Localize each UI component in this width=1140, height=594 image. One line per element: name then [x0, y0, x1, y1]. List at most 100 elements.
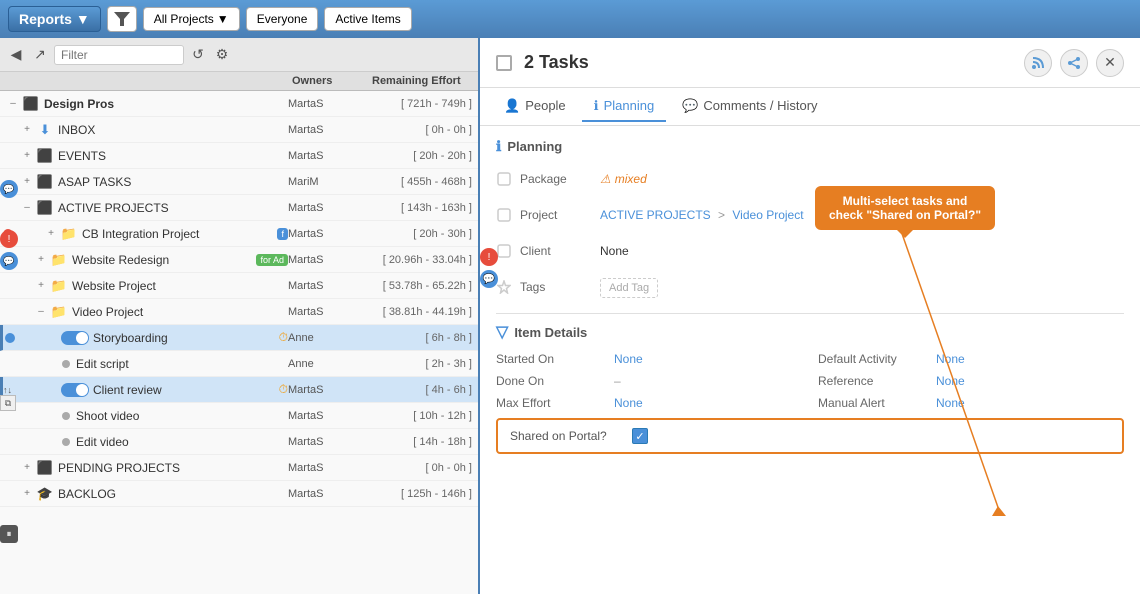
- done-on-value[interactable]: –: [614, 374, 621, 388]
- label-edit-video: Edit video: [76, 435, 288, 449]
- rss-button[interactable]: [1024, 49, 1052, 77]
- client-checkbox[interactable]: [496, 243, 512, 259]
- tree-row-edit-script[interactable]: Edit script Anne [ 2h - 3h ]: [0, 351, 478, 377]
- max-effort-value[interactable]: None: [614, 396, 643, 410]
- side-blue-dot: 💬: [0, 180, 18, 198]
- tree-row-backlog[interactable]: + 🎓 BACKLOG MartaS [ 125h - 146h ]: [0, 481, 478, 507]
- effort-active: [ 143h - 163h ]: [368, 202, 478, 214]
- tree-row-cb-integration[interactable]: + 📁 CB Integration Project f MartaS [ 20…: [0, 221, 478, 247]
- label-video: Video Project: [72, 305, 288, 319]
- tree-row-pending[interactable]: + ⬛ PENDING PROJECTS MartaS [ 0h - 0h ]: [0, 455, 478, 481]
- effort-backlog: [ 125h - 146h ]: [368, 488, 478, 500]
- shared-on-portal-row: Shared on Portal? ✓: [496, 418, 1124, 454]
- reports-label: Reports: [19, 11, 72, 27]
- left-panel: ◀ ↗ ↺ ⚙ Owners Remaining Effort – ⬛ Desi…: [0, 38, 480, 594]
- tree-row-events[interactable]: + ⬛ EVENTS MartaS [ 20h - 20h ]: [0, 143, 478, 169]
- expand-asap[interactable]: +: [20, 175, 34, 189]
- storyboarding-toggle[interactable]: [61, 331, 89, 345]
- share-button[interactable]: [1060, 49, 1088, 77]
- expand-website[interactable]: +: [34, 279, 48, 293]
- tree-row-shoot-video[interactable]: Shoot video MartaS [ 10h - 12h ]: [0, 403, 478, 429]
- tree-row-inbox[interactable]: + ⬇ INBOX MartaS [ 0h - 0h ]: [0, 117, 478, 143]
- started-on-value[interactable]: None: [614, 352, 643, 366]
- all-projects-button[interactable]: All Projects ▼: [143, 7, 240, 31]
- item-details-icon: ▽: [496, 322, 508, 342]
- redesign-folder-icon: 📁: [50, 251, 68, 269]
- expand-cb[interactable]: +: [44, 227, 58, 241]
- tags-value[interactable]: Add Tag: [600, 280, 1124, 294]
- collapse-icon[interactable]: ◀: [6, 45, 26, 65]
- side-pause-dot: ⏸: [0, 525, 18, 543]
- expand-pending[interactable]: +: [20, 461, 34, 475]
- default-activity-value[interactable]: None: [936, 352, 965, 366]
- expand-video[interactable]: –: [34, 305, 48, 319]
- expand-inbox[interactable]: +: [20, 123, 34, 137]
- task-count: 2 Tasks: [524, 52, 589, 73]
- events-icon: ⬛: [36, 147, 54, 165]
- website-folder-icon: 📁: [50, 277, 68, 295]
- tree-row-website-redesign[interactable]: + 📁 Website Redesign for Ad MartaS [ 20.…: [0, 247, 478, 273]
- label-cb: CB Integration Project: [82, 227, 273, 241]
- everyone-label: Everyone: [257, 12, 308, 26]
- owners-edit-video: MartaS: [288, 436, 368, 448]
- filter-icon-button[interactable]: [107, 6, 137, 32]
- star-icon: [497, 280, 511, 294]
- active-items-button[interactable]: Active Items: [324, 7, 411, 31]
- manual-alert-value[interactable]: None: [936, 396, 965, 410]
- tab-people[interactable]: 👤 People: [492, 92, 578, 122]
- owners-cb: MartaS: [288, 228, 368, 240]
- effort-client-review: [ 4h - 6h ]: [368, 384, 478, 396]
- project-checkbox[interactable]: [496, 207, 512, 223]
- right-panel-header: 2 Tasks: [480, 38, 1140, 88]
- client-review-toggle[interactable]: [61, 383, 89, 397]
- reports-button[interactable]: Reports ▼: [8, 6, 101, 32]
- close-button[interactable]: ✕: [1096, 49, 1124, 77]
- tab-comments[interactable]: 💬 Comments / History: [670, 92, 829, 122]
- everyone-button[interactable]: Everyone: [246, 7, 319, 31]
- tree-row-active-projects[interactable]: – ⬛ ACTIVE PROJECTS MartaS [ 143h - 163h…: [0, 195, 478, 221]
- dot-icon-edit-video: [62, 438, 70, 446]
- tree-row-design-pros[interactable]: – ⬛ Design Pros MartaS [ 721h - 749h ]: [0, 91, 478, 117]
- reference-value[interactable]: None: [936, 374, 965, 388]
- blue-notif: 💬: [480, 270, 498, 288]
- filter-input[interactable]: [54, 45, 184, 65]
- field-tags: Tags Add Tag: [496, 273, 1124, 301]
- expand-redesign[interactable]: +: [34, 253, 48, 267]
- effort-edit-script: [ 2h - 3h ]: [368, 358, 478, 370]
- tags-checkbox[interactable]: [496, 279, 512, 295]
- comments-tab-icon: 💬: [682, 98, 698, 114]
- refresh-icon[interactable]: ↺: [188, 45, 208, 65]
- expand-events[interactable]: +: [20, 149, 34, 163]
- expand-active[interactable]: –: [20, 201, 34, 215]
- expand-backlog[interactable]: +: [20, 487, 34, 501]
- owners-backlog: MartaS: [288, 488, 368, 500]
- tree-row-storyboarding[interactable]: Storyboarding ⏱ Anne [ 6h - 8h ]: [0, 325, 478, 351]
- owners-video: MartaS: [288, 306, 368, 318]
- tree-row-edit-video[interactable]: Edit video MartaS [ 14h - 18h ]: [0, 429, 478, 455]
- manual-alert-label: Manual Alert: [818, 396, 928, 410]
- tree-row-video-project[interactable]: – 📁 Video Project MartaS [ 38.81h - 44.1…: [0, 299, 478, 325]
- package-text: mixed: [615, 172, 647, 186]
- item-details-header: ▽ Item Details: [496, 322, 1124, 342]
- effort-edit-video: [ 14h - 18h ]: [368, 436, 478, 448]
- checkbox-icon: [497, 208, 511, 222]
- portal-checkbox[interactable]: ✓: [632, 428, 648, 444]
- divider: [496, 313, 1124, 314]
- expand-design-pros[interactable]: –: [6, 97, 20, 111]
- expand-icon[interactable]: ↗: [30, 45, 50, 65]
- owners-active: MartaS: [288, 202, 368, 214]
- tab-planning[interactable]: ℹ Planning: [582, 92, 667, 122]
- tree-row-client-review[interactable]: ↑↓ Client review ⏱ MartaS [ 4h - 6h ]: [0, 377, 478, 403]
- side-panel-indicators: 💬: [0, 180, 18, 198]
- settings-icon[interactable]: ⚙: [212, 45, 232, 65]
- tree-row-website-project[interactable]: + 📁 Website Project MartaS [ 53.78h - 65…: [0, 273, 478, 299]
- package-checkbox[interactable]: [496, 171, 512, 187]
- col-owners: Owners: [288, 75, 368, 87]
- task-select-checkbox[interactable]: [496, 55, 512, 71]
- backlog-icon: 🎓: [36, 485, 54, 503]
- add-tag-input[interactable]: Add Tag: [600, 278, 658, 298]
- tree-row-asap[interactable]: + ⬛ ASAP TASKS MariM [ 455h - 468h ]: [0, 169, 478, 195]
- label-asap: ASAP TASKS: [58, 175, 288, 189]
- label-edit-script: Edit script: [76, 357, 288, 371]
- tab-planning-label: Planning: [604, 98, 655, 113]
